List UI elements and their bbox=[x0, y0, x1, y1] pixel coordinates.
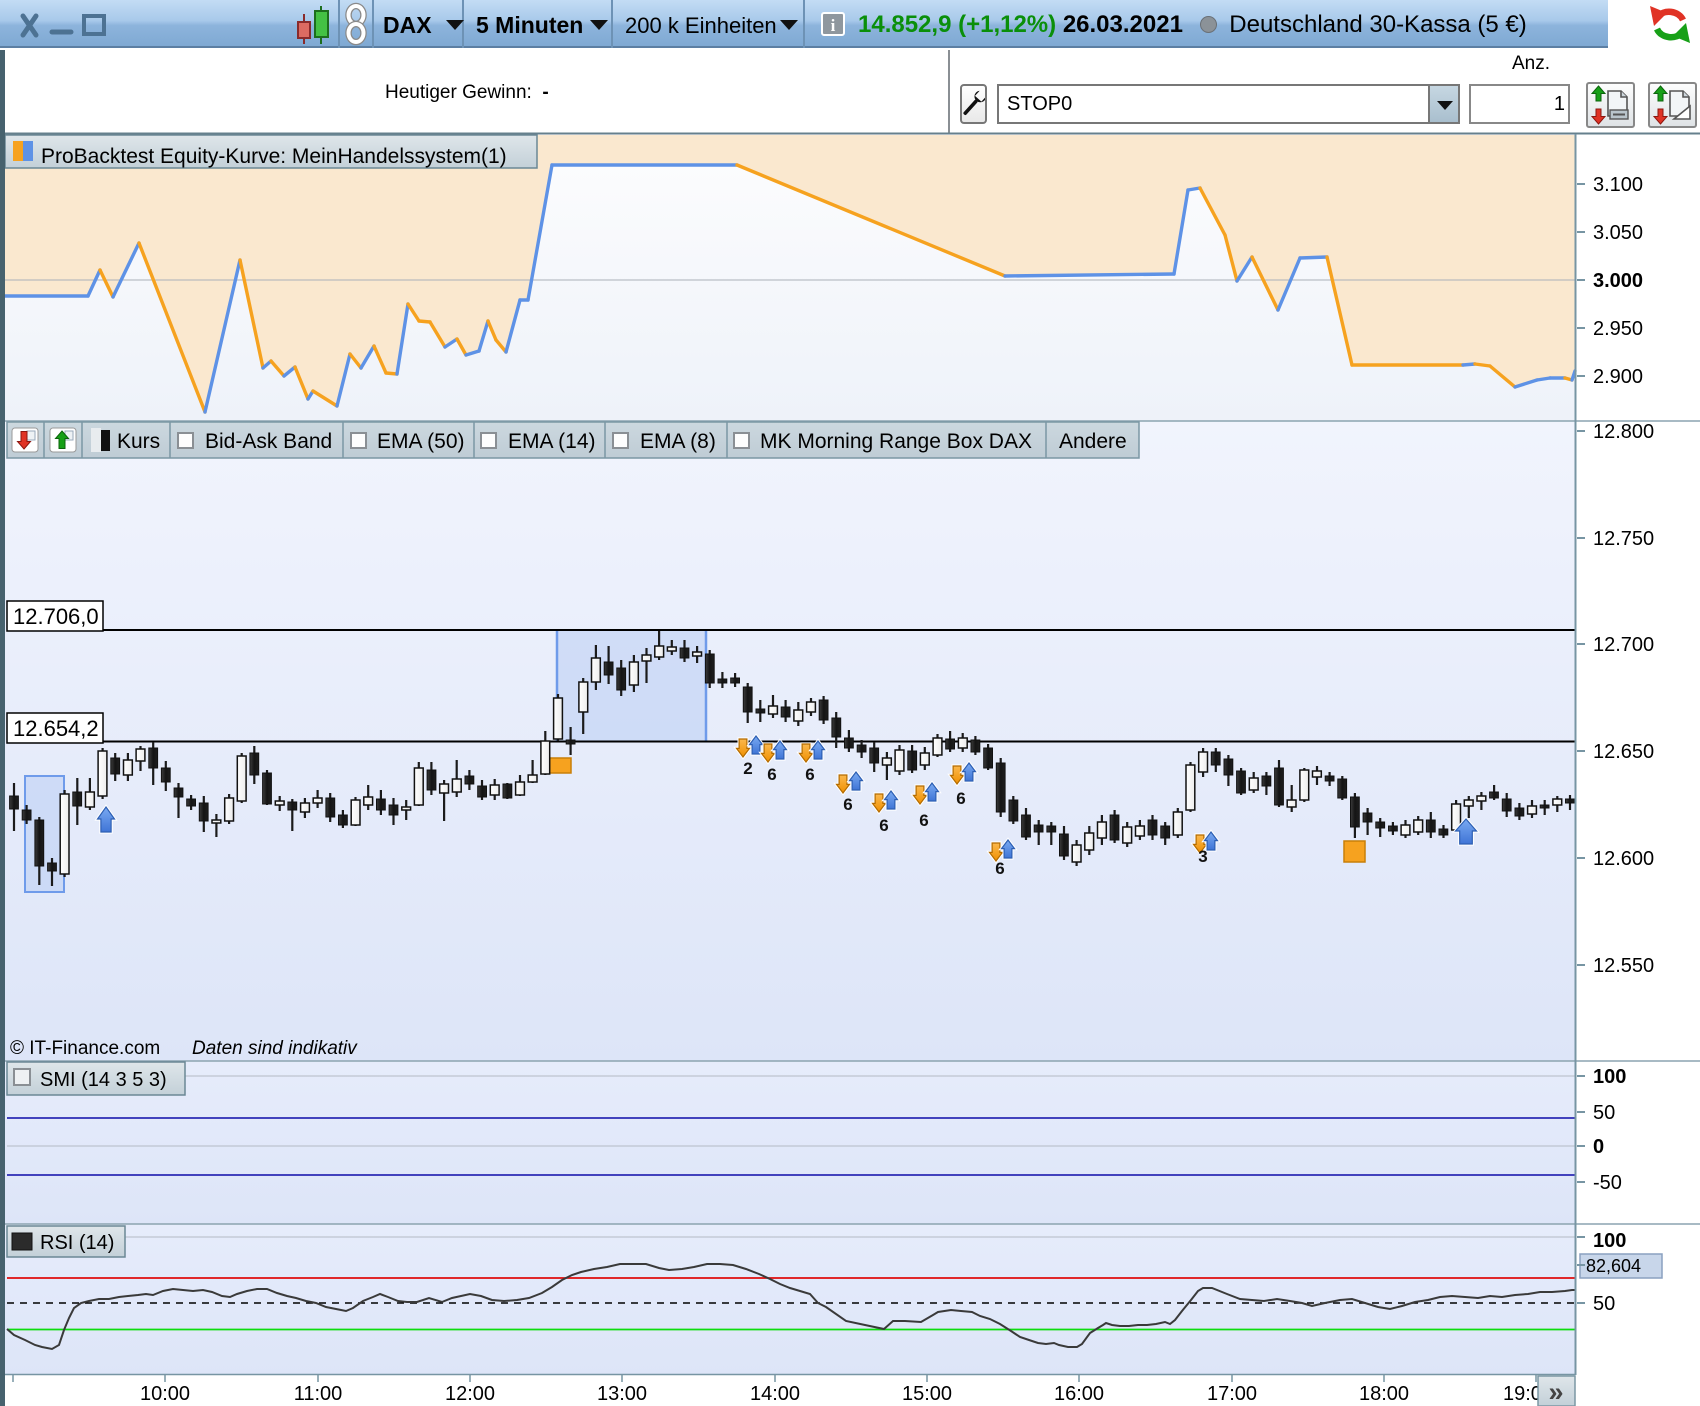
svg-text:12.706,0: 12.706,0 bbox=[13, 604, 99, 629]
svg-text:50: 50 bbox=[1593, 1293, 1615, 1315]
svg-text:100: 100 bbox=[1593, 1066, 1626, 1088]
svg-text:Bid-Ask Band: Bid-Ask Band bbox=[205, 430, 332, 453]
svg-text:12.700: 12.700 bbox=[1593, 634, 1654, 656]
svg-text:MK Morning Range Box DAX: MK Morning Range Box DAX bbox=[760, 430, 1032, 453]
svg-text:3.000: 3.000 bbox=[1593, 270, 1643, 292]
svg-text:12.654,2: 12.654,2 bbox=[13, 716, 99, 741]
svg-text:EMA (50): EMA (50) bbox=[377, 430, 465, 453]
svg-text:16:00: 16:00 bbox=[1054, 1383, 1104, 1405]
svg-text:6: 6 bbox=[995, 859, 1004, 878]
svg-text:18:00: 18:00 bbox=[1359, 1383, 1409, 1405]
svg-text:6: 6 bbox=[843, 795, 852, 814]
svg-text:Andere: Andere bbox=[1059, 430, 1127, 453]
svg-text:EMA (14): EMA (14) bbox=[508, 430, 596, 453]
svg-text:100: 100 bbox=[1593, 1230, 1626, 1252]
svg-text:6: 6 bbox=[767, 765, 776, 784]
svg-text:14:00: 14:00 bbox=[750, 1383, 800, 1405]
svg-text:12.750: 12.750 bbox=[1593, 528, 1654, 550]
svg-text:»: » bbox=[1548, 1377, 1563, 1406]
svg-text:6: 6 bbox=[879, 816, 888, 835]
svg-text:3: 3 bbox=[1198, 847, 1207, 866]
svg-text:12.550: 12.550 bbox=[1593, 955, 1654, 977]
svg-text:-50: -50 bbox=[1593, 1172, 1622, 1194]
svg-text:RSI (14): RSI (14) bbox=[40, 1232, 114, 1254]
svg-text:2: 2 bbox=[743, 759, 752, 778]
svg-text:12.800: 12.800 bbox=[1593, 421, 1654, 443]
svg-text:0: 0 bbox=[1593, 1136, 1604, 1158]
svg-text:17:00: 17:00 bbox=[1207, 1383, 1257, 1405]
svg-text:12.650: 12.650 bbox=[1593, 741, 1654, 763]
svg-text:6: 6 bbox=[956, 789, 965, 808]
svg-text:EMA (8): EMA (8) bbox=[640, 430, 716, 453]
svg-text:ProBacktest Equity-Kurve: Mein: ProBacktest Equity-Kurve: MeinHandelssys… bbox=[41, 145, 507, 168]
svg-text:3.050: 3.050 bbox=[1593, 222, 1643, 244]
svg-text:12:00: 12:00 bbox=[445, 1383, 495, 1405]
svg-text:2.950: 2.950 bbox=[1593, 318, 1643, 340]
svg-text:6: 6 bbox=[805, 765, 814, 784]
svg-text:Kurs: Kurs bbox=[117, 430, 160, 453]
svg-text:82,604: 82,604 bbox=[1586, 1256, 1641, 1276]
svg-text:© IT-Finance.com: © IT-Finance.com bbox=[10, 1038, 160, 1059]
svg-text:50: 50 bbox=[1593, 1102, 1615, 1124]
svg-text:11:00: 11:00 bbox=[294, 1383, 343, 1405]
svg-text:SMI (14 3 5 3): SMI (14 3 5 3) bbox=[40, 1069, 167, 1091]
svg-text:2.900: 2.900 bbox=[1593, 366, 1643, 388]
svg-text:15:00: 15:00 bbox=[902, 1383, 952, 1405]
svg-text:13:00: 13:00 bbox=[597, 1383, 647, 1405]
svg-text:6: 6 bbox=[919, 811, 928, 830]
svg-text:12.600: 12.600 bbox=[1593, 848, 1654, 870]
svg-text:3.100: 3.100 bbox=[1593, 174, 1643, 196]
svg-text:10:00: 10:00 bbox=[140, 1383, 190, 1405]
svg-text:Daten sind indikativ: Daten sind indikativ bbox=[192, 1038, 358, 1059]
